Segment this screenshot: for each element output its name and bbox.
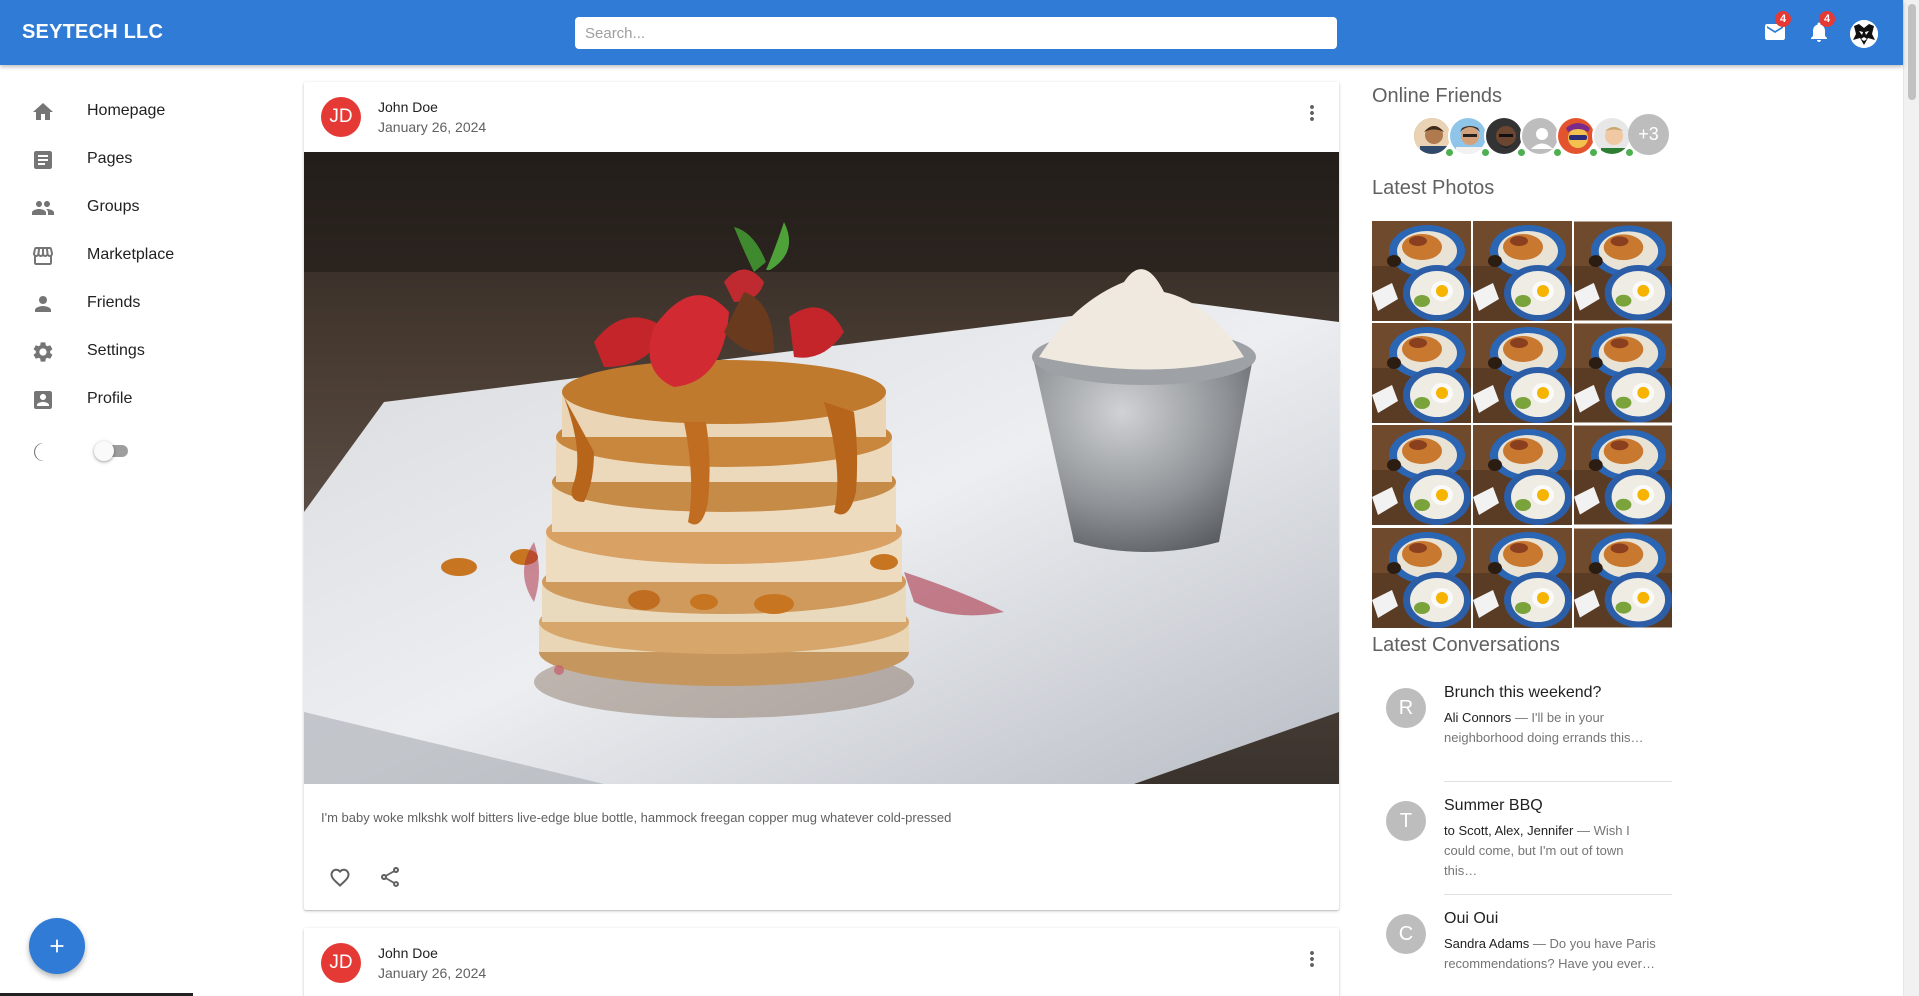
pancake-photo <box>304 152 1339 784</box>
photo-thumbnail[interactable] <box>1473 221 1572 321</box>
sidebar-item-friends[interactable]: Friends <box>0 280 290 328</box>
food-photo <box>1372 323 1471 423</box>
notifications-badge: 4 <box>1819 11 1835 27</box>
sidebar-item-groups[interactable]: Groups <box>0 184 290 232</box>
conversation-preview: Ali Connors — I'll be in your neighborho… <box>1444 708 1656 748</box>
sidebar-item-pages[interactable]: Pages <box>0 136 290 184</box>
conversation-preview: to Scott, Alex, Jennifer — Wish I could … <box>1444 821 1656 881</box>
post-card: JD John Doe January 26, 2024 <box>304 82 1339 910</box>
divider <box>1444 894 1672 895</box>
more-friends-badge[interactable]: +3 <box>1628 114 1669 155</box>
post-date: January 26, 2024 <box>378 965 487 981</box>
toggle-thumb <box>94 441 114 461</box>
food-photo <box>1473 528 1572 628</box>
dark-mode-toggle[interactable] <box>94 440 132 462</box>
article-icon <box>34 151 52 169</box>
dark-mode-row <box>0 428 290 476</box>
conversation-sender: to Scott, Alex, Jennifer <box>1444 823 1574 838</box>
conversation-avatar: T <box>1386 801 1426 841</box>
food-photo <box>1473 221 1572 321</box>
food-photo <box>1372 425 1471 525</box>
conversation-preview: Sandra Adams — Do you have Paris recomme… <box>1444 934 1656 974</box>
post-avatar[interactable]: JD <box>321 943 361 983</box>
photo-thumbnail[interactable] <box>1372 528 1471 628</box>
photo-thumbnail[interactable] <box>1574 425 1673 525</box>
food-photo <box>1372 221 1471 321</box>
online-friends-title: Online Friends <box>1372 85 1503 107</box>
sidebar-item-label: Profile <box>87 390 133 407</box>
more-vert-icon[interactable] <box>1300 101 1324 125</box>
photo-thumbnail[interactable] <box>1473 528 1572 628</box>
post-author[interactable]: John Doe <box>378 99 438 115</box>
photo-thumbnail[interactable] <box>1574 323 1673 423</box>
photo-thumbnail[interactable] <box>1574 528 1673 628</box>
latest-conversations-title: Latest Conversations <box>1372 634 1560 656</box>
conversation-title: Oui Oui <box>1444 910 1499 927</box>
plus-icon <box>50 939 64 953</box>
food-photo <box>1574 528 1672 628</box>
storefront-icon <box>33 247 53 265</box>
post-text: I'm baby woke mlkshk wolf bitters live-e… <box>321 810 952 825</box>
sidebar: Homepage Pages Groups Marketplace Friend… <box>0 65 300 996</box>
mail-badge: 4 <box>1775 11 1791 27</box>
photo-thumbnail[interactable] <box>1473 425 1572 525</box>
sidebar-item-label: Pages <box>87 150 133 167</box>
gear-icon <box>33 342 53 362</box>
post-card: JD John Doe January 26, 2024 <box>304 928 1339 996</box>
heart-icon[interactable] <box>328 865 352 889</box>
home-icon <box>33 103 53 120</box>
photo-thumbnail[interactable] <box>1473 323 1572 423</box>
page-scrollbar[interactable] <box>1903 0 1919 996</box>
sidebar-item-label: Settings <box>87 342 145 359</box>
photo-thumbnail[interactable] <box>1574 221 1673 321</box>
sidebar-item-label: Marketplace <box>87 246 175 263</box>
conversation-sender: Sandra Adams <box>1444 936 1530 951</box>
food-photo <box>1372 528 1471 628</box>
conversation-title: Brunch this weekend? <box>1444 684 1602 701</box>
photo-thumbnail[interactable] <box>1372 221 1471 321</box>
sidebar-item-homepage[interactable]: Homepage <box>0 88 290 136</box>
conversation-item[interactable]: R Brunch this weekend? Ali Connors — I'l… <box>1372 672 1672 784</box>
food-photo <box>1574 323 1672 423</box>
latest-photos-title: Latest Photos <box>1372 177 1495 199</box>
food-photo <box>1473 425 1572 525</box>
post-avatar[interactable]: JD <box>321 97 361 137</box>
post-image[interactable] <box>304 152 1339 784</box>
conversation-avatar: C <box>1386 914 1426 954</box>
post-date: January 26, 2024 <box>378 119 487 135</box>
sidebar-item-marketplace[interactable]: Marketplace <box>0 232 290 280</box>
notifications-button[interactable]: 4 <box>1807 11 1835 44</box>
food-photo <box>1574 425 1672 525</box>
scrollbar-thumb[interactable] <box>1908 4 1916 100</box>
conversation-item[interactable]: C Oui Oui Sandra Adams — Do you have Par… <box>1372 898 1672 996</box>
post-author[interactable]: John Doe <box>378 945 438 961</box>
account-box-icon <box>34 391 52 409</box>
conversation-title: Summer BBQ <box>1444 797 1543 814</box>
sidebar-item-settings[interactable]: Settings <box>0 328 290 376</box>
conversation-sender: Ali Connors <box>1444 710 1512 725</box>
conversation-item[interactable]: T Summer BBQ to Scott, Alex, Jennifer — … <box>1372 785 1672 897</box>
more-vert-icon[interactable] <box>1300 947 1324 971</box>
sidebar-item-profile[interactable]: Profile <box>0 376 290 424</box>
mail-button[interactable]: 4 <box>1763 11 1791 44</box>
sidebar-item-label: Homepage <box>87 102 166 119</box>
search-input[interactable] <box>575 17 1337 49</box>
add-fab-button[interactable] <box>29 918 85 974</box>
photo-thumbnail[interactable] <box>1372 425 1471 525</box>
app-bar: SEYTECH LLC 4 4 <box>0 0 1903 65</box>
groups-icon <box>32 201 54 215</box>
moon-icon <box>33 443 45 461</box>
conversation-avatar: R <box>1386 688 1426 728</box>
food-photo <box>1574 221 1672 321</box>
photo-thumbnail[interactable] <box>1372 323 1471 423</box>
user-avatar[interactable] <box>1850 20 1878 48</box>
divider <box>1444 781 1672 782</box>
sidebar-item-label: Groups <box>87 198 140 215</box>
brand-title[interactable]: SEYTECH LLC <box>22 21 163 44</box>
avatar-image <box>1850 20 1878 48</box>
sidebar-item-label: Friends <box>87 294 141 311</box>
person-icon <box>35 296 51 312</box>
food-photo <box>1473 323 1572 423</box>
share-icon[interactable] <box>378 865 402 889</box>
